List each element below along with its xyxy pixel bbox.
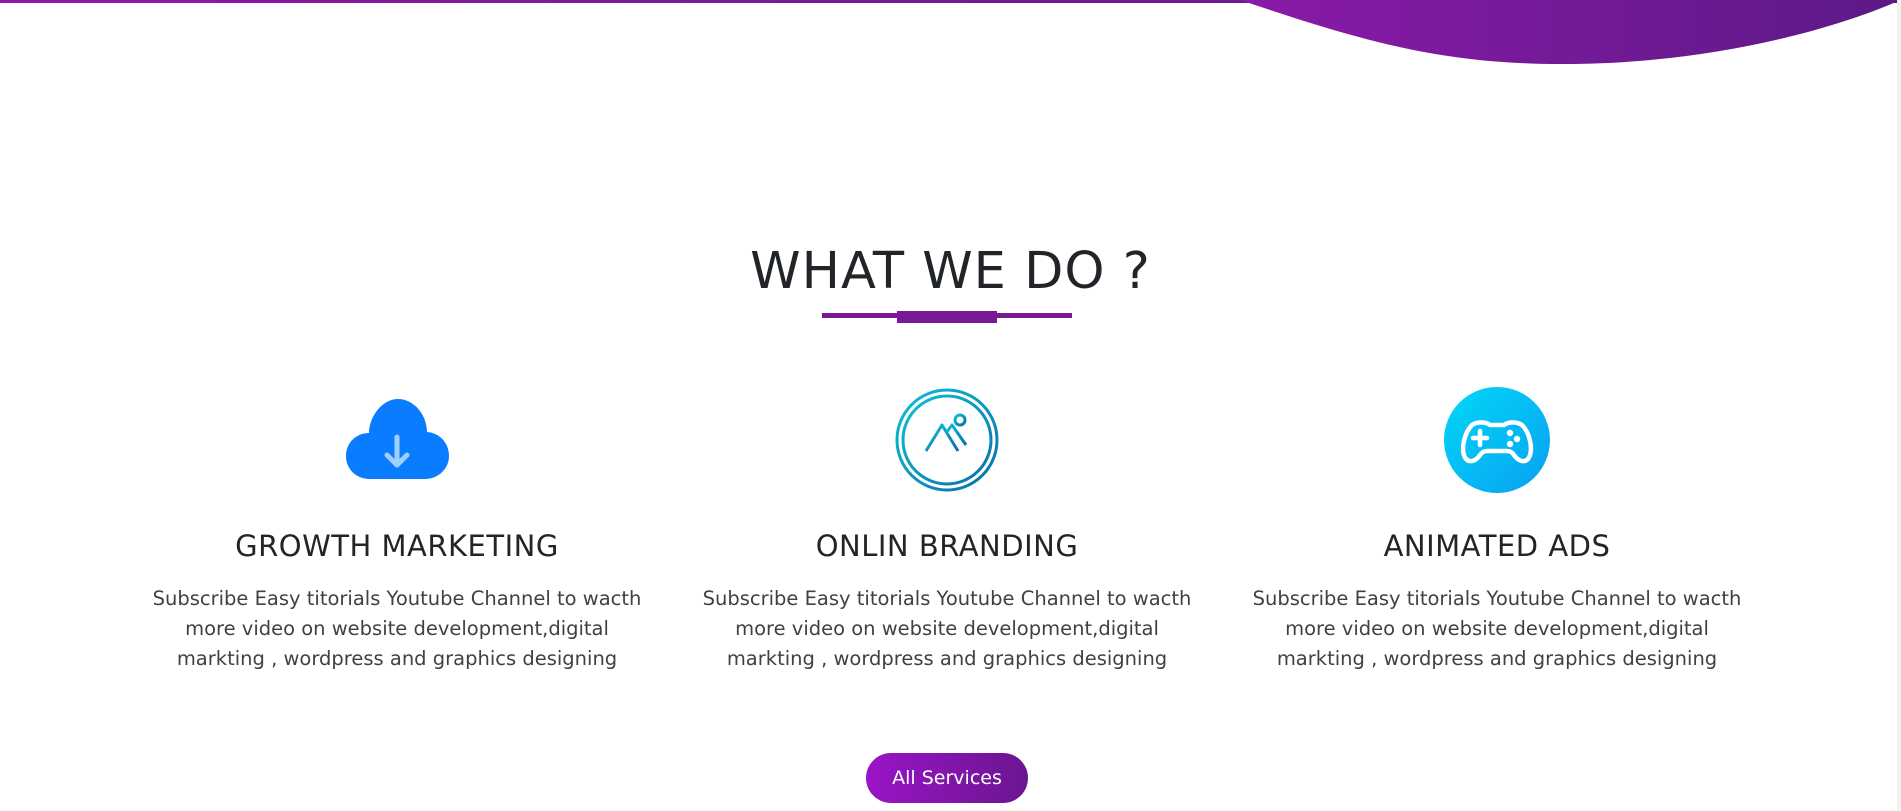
service-title: GROWTH MARKETING	[235, 529, 559, 563]
title-underline-accent	[897, 311, 997, 323]
service-description: Subscribe Easy titorials Youtube Channel…	[1252, 587, 1742, 670]
service-description: Subscribe Easy titorials Youtube Channel…	[152, 587, 642, 670]
scrollbar[interactable]	[1897, 0, 1901, 811]
mountain-image-icon	[895, 388, 999, 492]
service-title: ANIMATED ADS	[1383, 529, 1611, 563]
gamepad-icon	[1444, 387, 1550, 493]
top-wave-decoration	[0, 0, 1901, 65]
service-description: Subscribe Easy titorials Youtube Channel…	[702, 587, 1192, 670]
section-title: WHAT WE DO ?	[750, 242, 1151, 301]
service-title: ONLIN BRANDING	[815, 529, 1079, 563]
cloud-download-icon	[346, 399, 449, 479]
page: WHAT WE DO ? GROWTH MARKETING Subscribe …	[0, 0, 1901, 811]
all-services-button[interactable]: All Services	[866, 753, 1028, 803]
